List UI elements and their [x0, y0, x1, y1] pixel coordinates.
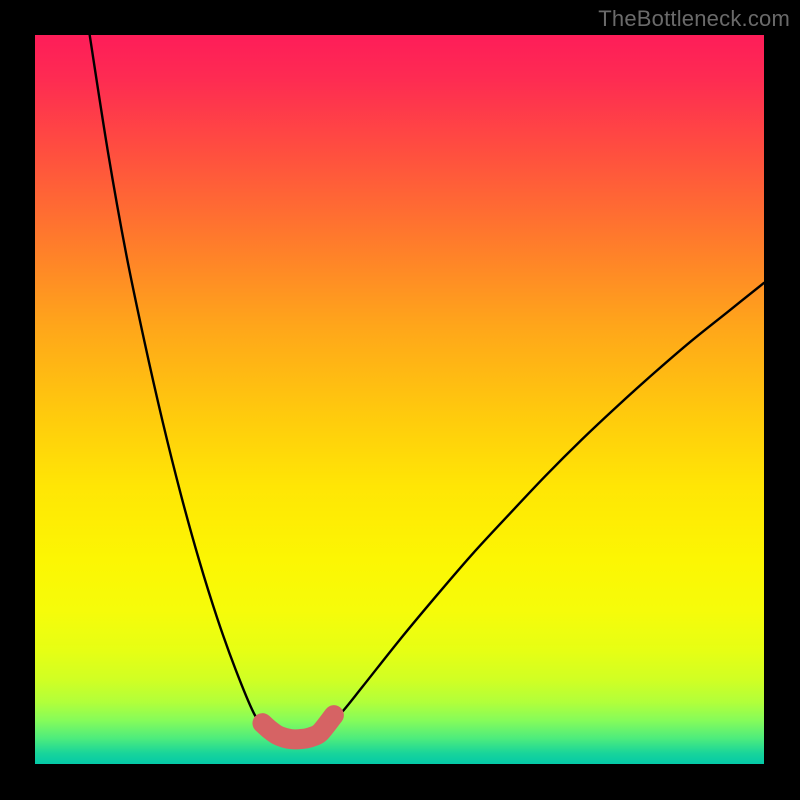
right-branch-curve [319, 283, 764, 731]
watermark-text: TheBottleneck.com [598, 6, 790, 32]
valley-marker-dot [326, 707, 342, 723]
curves-svg [35, 35, 764, 764]
chart-container: TheBottleneck.com [0, 0, 800, 800]
plot-area [35, 35, 764, 764]
left-branch-curve [90, 35, 283, 733]
valley-marker-path [262, 715, 333, 739]
